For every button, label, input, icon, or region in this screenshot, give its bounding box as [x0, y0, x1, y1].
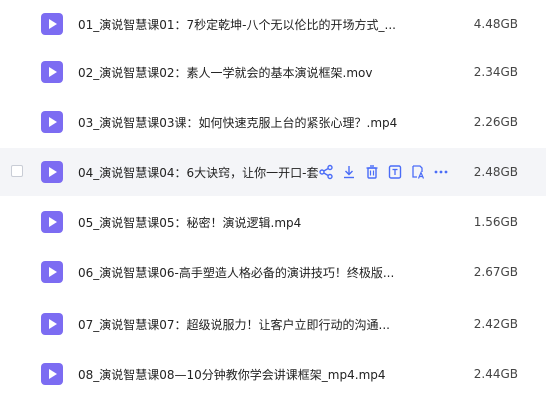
file-row[interactable]: 06_演说智慧课06-高手塑造人格必备的演讲技巧！终极版... 2.67GB	[0, 248, 546, 296]
more-icon[interactable]	[433, 164, 449, 180]
file-size: 2.26GB	[473, 115, 518, 129]
file-row[interactable]: 03_演说智慧课03课：如何快速克服上台的紧张心理？.mp4 2.26GB	[0, 98, 546, 146]
file-size: 2.44GB	[473, 367, 518, 381]
file-name[interactable]: 04_演说智慧课04：6大诀窍，让你一开口-套	[78, 164, 319, 181]
file-size: 2.34GB	[473, 65, 518, 79]
file-size: 1.56GB	[473, 215, 518, 229]
file-row[interactable]: 02_演说智慧课02：素人一学就会的基本演说框架.mov 2.34GB	[0, 48, 546, 96]
video-file-icon	[41, 111, 63, 133]
file-name[interactable]: 08_演说智慧课08—10分钟教你学会讲课框架_mp4.mp4	[78, 366, 386, 383]
file-size: 2.67GB	[473, 265, 518, 279]
video-file-icon	[41, 261, 63, 283]
file-row[interactable]: 04_演说智慧课04：6大诀窍，让你一开口-套 2.48GB	[0, 148, 546, 196]
file-name[interactable]: 02_演说智慧课02：素人一学就会的基本演说框架.mov	[78, 64, 373, 81]
select-checkbox[interactable]	[11, 165, 23, 177]
file-row[interactable]: 01_演说智慧课01：7秒定乾坤-八个无以伦比的开场方式_... 4.48GB	[0, 0, 546, 48]
share-icon[interactable]	[318, 164, 334, 180]
file-name[interactable]: 06_演说智慧课06-高手塑造人格必备的演讲技巧！终极版...	[78, 264, 394, 281]
extract-text-icon[interactable]	[387, 164, 403, 180]
video-file-icon	[41, 161, 63, 183]
video-file-icon	[41, 211, 63, 233]
row-actions	[318, 164, 449, 180]
delete-icon[interactable]	[364, 164, 380, 180]
video-file-icon	[41, 313, 63, 335]
video-file-icon	[41, 61, 63, 83]
file-name[interactable]: 07_演说智慧课07：超级说服力！让客户立即行动的沟通...	[78, 316, 390, 333]
video-file-icon	[41, 13, 63, 35]
file-name[interactable]: 05_演说智慧课05：秘密！演说逻辑.mp4	[78, 214, 301, 231]
file-size: 4.48GB	[473, 17, 518, 31]
file-name[interactable]: 01_演说智慧课01：7秒定乾坤-八个无以伦比的开场方式_...	[78, 16, 396, 33]
file-size: 2.48GB	[473, 165, 518, 179]
file-row[interactable]: 08_演说智慧课08—10分钟教你学会讲课框架_mp4.mp4 2.44GB	[0, 350, 546, 398]
translate-icon[interactable]	[410, 164, 426, 180]
file-name[interactable]: 03_演说智慧课03课：如何快速克服上台的紧张心理？.mp4	[78, 114, 397, 131]
download-icon[interactable]	[341, 164, 357, 180]
file-row[interactable]: 05_演说智慧课05：秘密！演说逻辑.mp4 1.56GB	[0, 198, 546, 246]
file-row[interactable]: 07_演说智慧课07：超级说服力！让客户立即行动的沟通... 2.42GB	[0, 300, 546, 348]
video-file-icon	[41, 363, 63, 385]
file-list: 01_演说智慧课01：7秒定乾坤-八个无以伦比的开场方式_... 4.48GB …	[0, 0, 546, 419]
file-size: 2.42GB	[473, 317, 518, 331]
